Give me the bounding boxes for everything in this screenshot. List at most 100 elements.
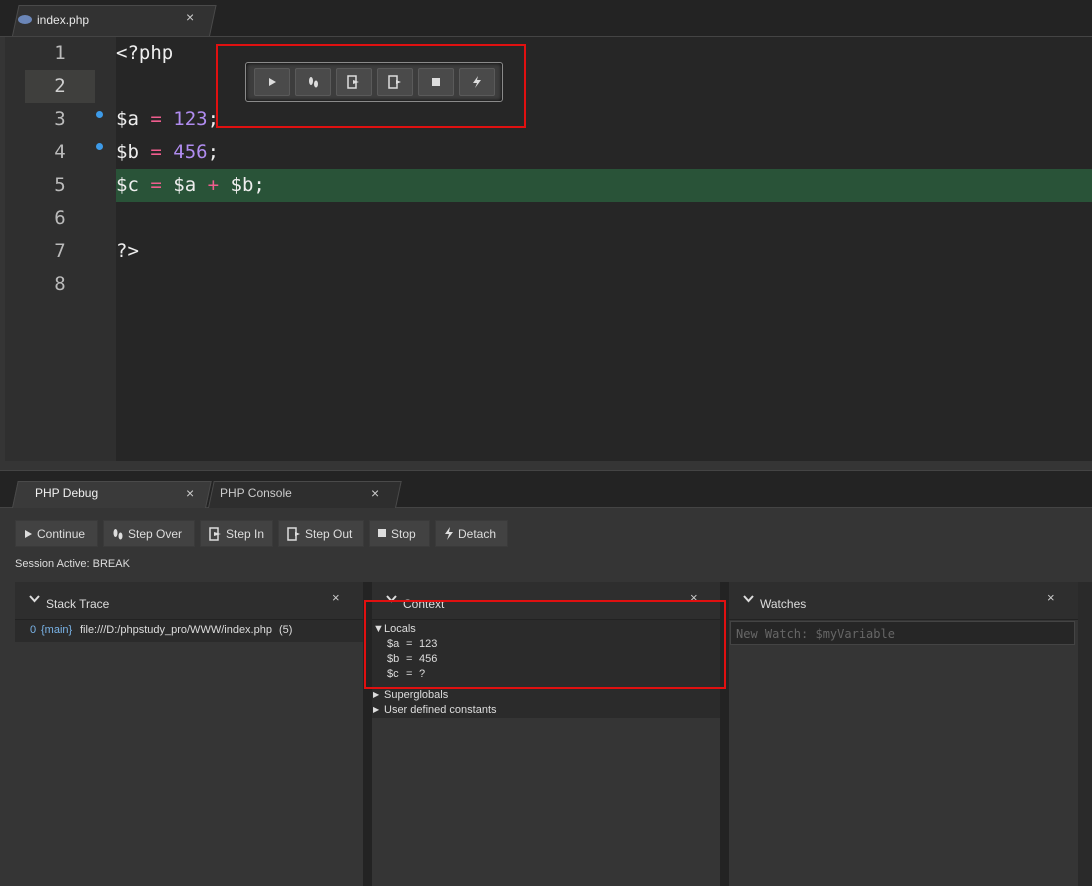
code-token: + bbox=[207, 174, 220, 196]
tab-php-debug-close-icon[interactable]: × bbox=[186, 485, 194, 501]
superglobals-collapsed-icon[interactable]: ▶ bbox=[373, 690, 379, 699]
stack-trace-panel: Stack Trace × 0 {main} file:///D:/phpstu… bbox=[15, 582, 363, 886]
locals-label[interactable]: Locals bbox=[384, 623, 416, 635]
panel-tab-bar: PHP Debug × PHP Console × bbox=[0, 470, 1092, 508]
var-name: $a bbox=[387, 638, 400, 650]
file-tab-close-icon[interactable]: × bbox=[186, 9, 194, 25]
code-token: ; bbox=[207, 108, 220, 130]
line-number: 7 bbox=[54, 240, 66, 262]
chevron-down-icon bbox=[29, 595, 40, 603]
line-number: 3 bbox=[54, 108, 66, 130]
php-file-icon bbox=[18, 14, 32, 24]
var-name: $b bbox=[387, 653, 400, 665]
step-out-button[interactable]: Step Out bbox=[278, 520, 364, 547]
stack-frame-line: (5) bbox=[279, 624, 293, 636]
code-token: $b bbox=[116, 141, 139, 163]
line-number: 5 bbox=[54, 174, 66, 196]
code-token: 123 bbox=[173, 108, 208, 130]
table-row[interactable]: 0 {main} file:///D:/phpstudy_pro/WWW/ind… bbox=[15, 620, 363, 642]
detach-icon bbox=[445, 527, 453, 540]
panel-divider[interactable] bbox=[363, 582, 372, 886]
continue-icon bbox=[269, 78, 276, 86]
code-token: = bbox=[150, 108, 162, 130]
float-step-over-button[interactable] bbox=[295, 68, 331, 96]
file-tab-index-php[interactable]: index.php bbox=[18, 5, 208, 35]
code-token: <?php bbox=[116, 42, 174, 64]
step-over-label: Step Over bbox=[128, 526, 183, 541]
var-value: 456 bbox=[419, 653, 438, 665]
stack-frame-function: {main} bbox=[41, 624, 73, 636]
float-step-out-button[interactable] bbox=[377, 68, 413, 96]
stack-trace-header[interactable]: Stack Trace × bbox=[15, 582, 363, 620]
watches-close-icon[interactable]: × bbox=[1047, 590, 1055, 605]
code-token: $a bbox=[116, 108, 139, 130]
tab-php-console-label: PHP Console bbox=[220, 486, 292, 500]
float-continue-button[interactable] bbox=[254, 68, 290, 96]
context-header[interactable]: Context × bbox=[372, 582, 720, 620]
float-detach-button[interactable] bbox=[459, 68, 495, 96]
step-out-label: Step Out bbox=[305, 526, 353, 541]
float-stop-button[interactable] bbox=[418, 68, 454, 96]
superglobals-label[interactable]: Superglobals bbox=[384, 689, 448, 701]
var-value: 123 bbox=[419, 638, 438, 650]
continue-button[interactable]: Continue bbox=[15, 520, 98, 547]
code-token: ; bbox=[253, 174, 265, 196]
stop-icon bbox=[432, 78, 440, 86]
code-token: ?> bbox=[116, 240, 139, 262]
new-watch-input[interactable]: New Watch: $myVariable bbox=[730, 621, 1075, 645]
code-line-7[interactable]: ?> bbox=[116, 235, 1092, 268]
code-token: = bbox=[150, 141, 162, 163]
code-line-3[interactable]: $a = 123; bbox=[116, 103, 1092, 136]
breakpoint-marker[interactable] bbox=[96, 111, 103, 118]
code-editor[interactable]: 1 2 3 4 5 6 7 8 <?php $a = 123; $b = 456… bbox=[5, 37, 1092, 461]
line-number: 4 bbox=[54, 141, 66, 163]
detach-icon bbox=[473, 76, 481, 88]
code-line-5-current[interactable]: $c = $a + $b; bbox=[116, 169, 1092, 202]
var-name: $c bbox=[387, 668, 399, 680]
continue-label: Continue bbox=[37, 526, 86, 541]
step-out-icon bbox=[388, 75, 401, 89]
constants-collapsed-icon[interactable]: ▶ bbox=[373, 705, 379, 714]
panel-scrollbar[interactable] bbox=[1078, 582, 1092, 886]
line-number: 8 bbox=[54, 273, 66, 295]
constants-label[interactable]: User defined constants bbox=[384, 704, 497, 716]
line-number-active: 2 bbox=[25, 70, 95, 103]
context-close-icon[interactable]: × bbox=[690, 590, 698, 605]
watches-header[interactable]: Watches × bbox=[729, 582, 1078, 620]
code-token: ; bbox=[207, 141, 220, 163]
step-in-button[interactable]: Step In bbox=[200, 520, 273, 547]
step-in-icon bbox=[209, 526, 221, 541]
stop-button[interactable]: Stop bbox=[369, 520, 430, 547]
step-over-button[interactable]: Step Over bbox=[103, 520, 195, 547]
context-locals-block: ▼ Locals $a = 123 $b = 456 $c = ? ▶ Supe… bbox=[372, 620, 720, 718]
stack-trace-title: Stack Trace bbox=[46, 597, 110, 611]
tab-php-console-close-icon[interactable]: × bbox=[371, 485, 379, 501]
var-eq: = bbox=[406, 668, 413, 680]
locals-expanded-icon[interactable]: ▼ bbox=[373, 623, 384, 635]
chevron-down-icon bbox=[386, 595, 397, 603]
code-line-4[interactable]: $b = 456; bbox=[116, 136, 1092, 169]
stop-label: Stop bbox=[391, 526, 416, 541]
session-status: Session Active: BREAK bbox=[15, 558, 130, 570]
code-token: $a bbox=[173, 174, 197, 196]
context-panel: Context × ▼ Locals $a = 123 $b = 456 $c … bbox=[372, 582, 720, 886]
var-eq: = bbox=[406, 653, 413, 665]
var-eq: = bbox=[406, 638, 413, 650]
editor-tab-bar: index.php × bbox=[0, 0, 1092, 37]
step-in-icon bbox=[347, 75, 359, 89]
code-token: = bbox=[150, 174, 162, 196]
step-out-icon bbox=[287, 526, 300, 541]
tab-php-debug-label: PHP Debug bbox=[35, 486, 99, 500]
breakpoint-marker[interactable] bbox=[96, 143, 103, 150]
float-step-in-button[interactable] bbox=[336, 68, 372, 96]
detach-label: Detach bbox=[458, 526, 497, 541]
context-title: Context bbox=[403, 597, 445, 611]
file-tab-label: index.php bbox=[37, 13, 90, 27]
step-over-icon bbox=[113, 528, 123, 539]
detach-button[interactable]: Detach bbox=[435, 520, 508, 547]
panel-divider[interactable] bbox=[720, 582, 729, 886]
code-token: 456 bbox=[173, 141, 208, 163]
line-number: 6 bbox=[54, 207, 66, 229]
stack-trace-close-icon[interactable]: × bbox=[332, 590, 340, 605]
floating-debug-toolbar bbox=[245, 62, 503, 102]
